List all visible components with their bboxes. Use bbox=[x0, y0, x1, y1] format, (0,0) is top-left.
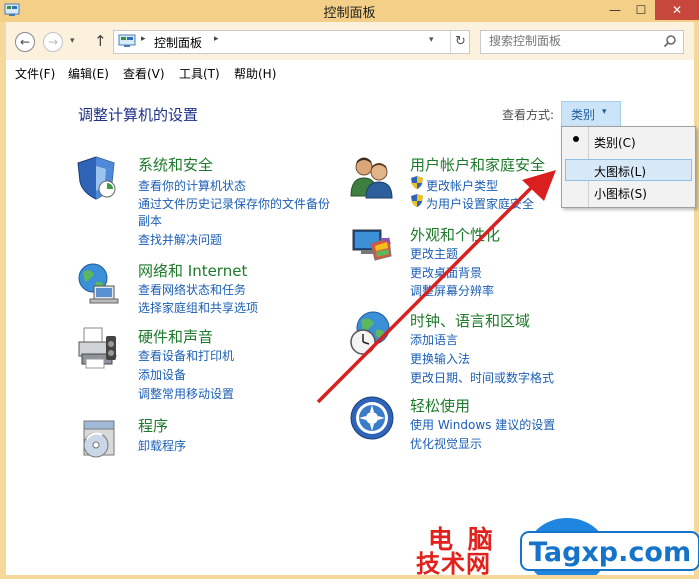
link-recommended-settings[interactable]: 使用 Windows 建议的设置 bbox=[410, 416, 555, 433]
window-title: 控制面板 bbox=[323, 6, 376, 21]
link-optimize-visual-display[interactable]: 优化视觉显示 bbox=[410, 435, 482, 452]
link-mobility-settings[interactable]: 调整常用移动设置 bbox=[138, 385, 234, 402]
selected-bullet-icon bbox=[573, 136, 579, 142]
category-title[interactable]: 轻松使用 bbox=[410, 395, 470, 416]
category-title[interactable]: 程序 bbox=[138, 415, 168, 436]
breadcrumb-chevron-icon[interactable]: ▸ bbox=[214, 34, 219, 44]
category-title[interactable]: 外观和个性化 bbox=[410, 224, 500, 245]
link-screen-resolution[interactable]: 调整屏幕分辨率 bbox=[410, 282, 494, 299]
search-box[interactable] bbox=[480, 30, 684, 54]
forward-button[interactable]: → bbox=[43, 32, 63, 52]
programs-disc-icon[interactable] bbox=[76, 415, 122, 461]
category-title[interactable]: 用户帐户和家庭安全 bbox=[410, 154, 545, 175]
address-bar[interactable]: ▸ 控制面板 ▸ ▾ ↻ bbox=[113, 30, 470, 54]
uac-shield-icon bbox=[411, 176, 423, 189]
globe-network-icon[interactable] bbox=[76, 260, 122, 306]
close-icon: ✕ bbox=[671, 3, 683, 17]
control-panel-window: 控制面板 — ☐ ✕ ← → ▾ ↑ ▸ 控制面板 ▸ ▾ ↻ 搜索控制面板 文… bbox=[0, 0, 699, 578]
link-add-language[interactable]: 添加语言 bbox=[410, 331, 458, 348]
link-add-device[interactable]: 添加设备 bbox=[138, 366, 186, 383]
watermark-logo: Tagxp.com bbox=[520, 518, 699, 575]
back-arrow-icon: ← bbox=[19, 35, 31, 49]
appearance-monitor-icon[interactable] bbox=[349, 224, 395, 270]
breadcrumb-separator-icon[interactable]: ▸ bbox=[141, 34, 146, 44]
watermark-text-line2: 技术网 bbox=[416, 550, 491, 578]
menu-file[interactable]: 文件(F) bbox=[15, 65, 55, 82]
view-by-button[interactable]: 类别 ▾ bbox=[561, 101, 621, 127]
maximize-button[interactable]: ☐ bbox=[628, 0, 654, 20]
search-input[interactable] bbox=[481, 31, 659, 51]
maximize-icon: ☐ bbox=[635, 3, 647, 17]
ease-of-access-icon[interactable] bbox=[349, 395, 395, 441]
navigation-bar: ← → ▾ ↑ ▸ 控制面板 ▸ ▾ ↻ bbox=[6, 22, 694, 60]
back-button[interactable]: ← bbox=[15, 32, 35, 52]
title-bar: 控制面板 — ☐ ✕ bbox=[0, 0, 699, 22]
users-icon[interactable] bbox=[349, 154, 395, 200]
search-icon[interactable] bbox=[663, 34, 677, 48]
minimize-icon: — bbox=[609, 3, 621, 17]
menu-edit[interactable]: 编辑(E) bbox=[68, 65, 109, 82]
link-network-status[interactable]: 查看网络状态和任务 bbox=[138, 281, 246, 298]
menu-item-category[interactable]: 类别(C) bbox=[565, 130, 692, 152]
minimize-button[interactable]: — bbox=[602, 0, 628, 20]
refresh-button[interactable]: ↻ bbox=[450, 31, 470, 53]
link-uninstall-program[interactable]: 卸载程序 bbox=[138, 437, 186, 454]
menu-bar: 文件(F) 编辑(E) 查看(V) 工具(T) 帮助(H) bbox=[6, 60, 694, 84]
menu-view[interactable]: 查看(V) bbox=[123, 65, 165, 82]
category-title[interactable]: 时钟、语言和区域 bbox=[410, 310, 530, 331]
forward-arrow-icon: → bbox=[47, 35, 59, 49]
control-panel-location-icon bbox=[118, 34, 136, 47]
menu-item-small-icons[interactable]: 小图标(S) bbox=[565, 181, 692, 203]
view-by-label: 查看方式: bbox=[502, 108, 555, 122]
menu-tools[interactable]: 工具(T) bbox=[179, 65, 220, 82]
category-title[interactable]: 网络和 Internet bbox=[138, 260, 247, 281]
address-dropdown-icon[interactable]: ▾ bbox=[429, 35, 434, 45]
link-change-input-method[interactable]: 更换输入法 bbox=[410, 350, 470, 367]
link-family-safety[interactable]: 为用户设置家庭安全 bbox=[426, 195, 534, 212]
close-button[interactable]: ✕ bbox=[655, 0, 699, 20]
recent-locations-chevron-icon[interactable]: ▾ bbox=[70, 36, 75, 46]
printer-icon[interactable] bbox=[76, 326, 122, 372]
menu-item-label: 大图标(L) bbox=[594, 165, 647, 179]
category-title[interactable]: 系统和安全 bbox=[138, 154, 213, 175]
up-arrow-icon[interactable]: ↑ bbox=[94, 32, 107, 50]
link-desktop-background[interactable]: 更改桌面背景 bbox=[410, 264, 482, 281]
menu-help[interactable]: 帮助(H) bbox=[234, 65, 276, 82]
link-change-theme[interactable]: 更改主题 bbox=[410, 245, 458, 262]
uac-shield-icon bbox=[411, 194, 423, 207]
link-devices-printers[interactable]: 查看设备和打印机 bbox=[138, 347, 234, 364]
chevron-down-icon: ▾ bbox=[602, 107, 607, 117]
link-change-account-type[interactable]: 更改帐户类型 bbox=[426, 177, 498, 194]
page-title: 调整计算机的设置 bbox=[78, 106, 199, 124]
link-homegroup-sharing[interactable]: 选择家庭组和共享选项 bbox=[138, 299, 258, 316]
menu-item-label: 小图标(S) bbox=[594, 187, 647, 201]
category-title[interactable]: 硬件和声音 bbox=[138, 326, 213, 347]
menu-item-large-icons[interactable]: 大图标(L) bbox=[565, 159, 692, 181]
breadcrumb-control-panel[interactable]: 控制面板 bbox=[154, 34, 202, 51]
link-file-history-backup[interactable]: 通过文件历史记录保存你的文件备份 bbox=[138, 195, 330, 212]
link-file-history-backup-cont[interactable]: 副本 bbox=[138, 212, 162, 229]
view-by-dropdown-menu: 类别(C) 大图标(L) 小图标(S) bbox=[561, 126, 696, 208]
shield-icon[interactable] bbox=[76, 154, 120, 200]
menu-item-label: 类别(C) bbox=[594, 136, 636, 150]
clock-globe-icon[interactable] bbox=[349, 310, 395, 360]
view-by-value: 类别 bbox=[571, 108, 596, 122]
svg-text:Tagxp.com: Tagxp.com bbox=[529, 537, 691, 568]
link-troubleshoot[interactable]: 查找并解决问题 bbox=[138, 231, 222, 248]
link-view-computer-status[interactable]: 查看你的计算机状态 bbox=[138, 177, 246, 194]
link-date-time-format[interactable]: 更改日期、时间或数字格式 bbox=[410, 369, 554, 386]
